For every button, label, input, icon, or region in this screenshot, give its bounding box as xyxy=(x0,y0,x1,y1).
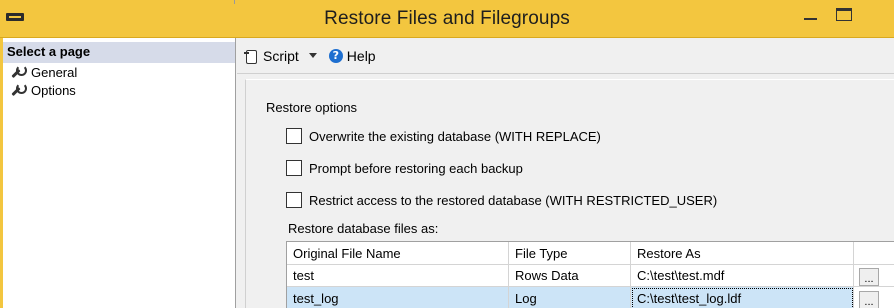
cell-original[interactable]: test xyxy=(287,264,509,286)
script-icon xyxy=(244,49,258,64)
restore-files-grid[interactable]: Original File Name File Type Restore As … xyxy=(286,241,894,308)
overwrite-checkbox[interactable] xyxy=(286,128,302,144)
browse-button[interactable]: ... xyxy=(859,291,879,308)
maximize-button[interactable] xyxy=(836,8,852,21)
prompt-option[interactable]: Prompt before restoring each backup xyxy=(286,160,523,176)
cell-original[interactable]: test_log xyxy=(287,287,509,308)
grid-header-row: Original File Name File Type Restore As xyxy=(287,242,894,265)
wrench-icon xyxy=(10,83,27,97)
help-icon: ? xyxy=(328,48,343,63)
restrict-checkbox[interactable] xyxy=(286,192,302,208)
page-selector-header: Select a page xyxy=(3,42,235,63)
sidebar-item-label: Options xyxy=(31,82,76,98)
restore-files-label: Restore database files as: xyxy=(288,221,439,236)
browse-button[interactable]: ... xyxy=(859,267,879,286)
column-header-type[interactable]: File Type xyxy=(509,242,631,265)
page-selector-pane: Select a page General Options xyxy=(0,38,236,308)
restrict-option[interactable]: Restrict access to the restored database… xyxy=(286,192,717,208)
title-separator xyxy=(234,0,235,4)
table-row[interactable]: test_log Log C:\test\test_log.ldf ... xyxy=(287,287,894,308)
restore-options-title: Restore options xyxy=(266,100,358,115)
options-content: Restore options Overwrite the existing d… xyxy=(237,75,894,308)
column-header-browse xyxy=(854,242,894,265)
table-row[interactable]: test Rows Data C:\test\test.mdf ... xyxy=(287,264,894,287)
cell-type[interactable]: Rows Data xyxy=(509,264,631,286)
column-header-restore-as[interactable]: Restore As xyxy=(631,242,854,265)
cell-restore-as[interactable]: C:\test\test.mdf xyxy=(631,264,854,286)
options-panel: Restore options Overwrite the existing d… xyxy=(245,79,894,308)
prompt-checkbox[interactable] xyxy=(286,160,302,176)
column-header-original[interactable]: Original File Name xyxy=(287,242,509,265)
sidebar-item-general[interactable]: General xyxy=(3,63,235,81)
window-title: Restore Files and Filegroups xyxy=(324,8,570,29)
cell-restore-as[interactable]: C:\test\test_log.ldf xyxy=(631,287,854,308)
minimize-button[interactable] xyxy=(804,18,817,20)
title-bar[interactable]: Restore Files and Filegroups xyxy=(0,0,894,38)
prompt-label[interactable]: Prompt before restoring each backup xyxy=(309,161,523,176)
script-button[interactable]: Script xyxy=(244,48,317,64)
toolbar: Script ? Help xyxy=(237,38,894,74)
help-button[interactable]: ? Help xyxy=(328,47,376,64)
overwrite-option[interactable]: Overwrite the existing database (WITH RE… xyxy=(286,128,601,144)
wrench-icon xyxy=(10,65,27,79)
restrict-label[interactable]: Restrict access to the restored database… xyxy=(309,193,717,208)
script-label: Script xyxy=(263,47,299,64)
sidebar-item-label: General xyxy=(31,64,78,80)
overwrite-label[interactable]: Overwrite the existing database (WITH RE… xyxy=(309,129,601,144)
cell-browse: ... xyxy=(854,287,894,308)
sidebar-item-options[interactable]: Options xyxy=(3,81,235,99)
help-label: Help xyxy=(346,47,376,64)
cell-type[interactable]: Log xyxy=(509,287,631,308)
cell-browse: ... xyxy=(854,264,894,286)
chevron-down-icon[interactable] xyxy=(308,53,317,58)
